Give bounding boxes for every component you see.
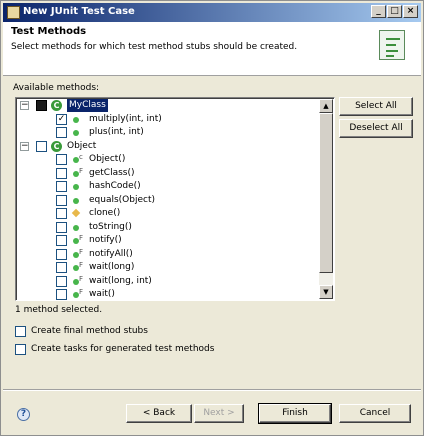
deselect-all-button[interactable]: Deselect All: [339, 119, 413, 138]
row-checkbox[interactable]: [56, 127, 67, 138]
tree-row-label: getClass(): [89, 167, 135, 178]
next-button[interactable]: Next >: [194, 404, 244, 423]
minimize-button[interactable]: _: [371, 5, 386, 18]
methods-tree[interactable]: − C MyClass ✓ multiply(int, int) plus(int, in…: [15, 97, 335, 301]
wizard-header: Test Methods Select methods for which te…: [3, 22, 421, 76]
tree-method-row[interactable]: Fwait(long): [16, 261, 316, 274]
wizard-content: Available methods: − C MyClass ✓ multiply(in…: [3, 77, 421, 397]
modifier-badge: F: [79, 234, 84, 242]
tree-row-label: notify(): [89, 235, 122, 245]
tree-method-row[interactable]: Fnotify(): [16, 234, 316, 247]
tree-method-row[interactable]: plus(int, int): [16, 126, 316, 139]
junit-dialog: New JUnit Test Case _ □ × Test Methods S…: [0, 0, 424, 436]
row-checkbox[interactable]: [56, 194, 67, 206]
available-methods-label: Available methods:: [13, 83, 100, 93]
tree-row-label: hashCode(): [89, 181, 141, 191]
tree-method-row[interactable]: Fwait(): [16, 288, 316, 300]
row-checkbox[interactable]: [56, 208, 67, 219]
public-method-icon: [73, 224, 79, 231]
tree-scrollbar[interactable]: ▲ ▼: [319, 99, 333, 299]
tree-method-row[interactable]: c Object(): [16, 153, 316, 166]
tree-method-row[interactable]: ✓ multiply(int, int): [16, 113, 316, 126]
tree-method-row[interactable]: FgetClass(): [16, 167, 316, 180]
row-checkbox[interactable]: [36, 100, 47, 111]
tree-method-row[interactable]: equals(Object): [16, 194, 316, 207]
tree-row-label: wait(): [89, 289, 115, 299]
tree-method-row[interactable]: clone(): [16, 207, 316, 220]
row-checkbox[interactable]: [56, 167, 67, 179]
tree-row-label: Object(): [89, 154, 126, 164]
row-checkbox[interactable]: [56, 181, 67, 192]
row-checkbox[interactable]: [36, 140, 47, 152]
tree-method-row[interactable]: FnotifyAll(): [16, 248, 316, 261]
window-icon: [7, 6, 20, 19]
scroll-up-icon[interactable]: ▲: [319, 99, 333, 113]
tree-row-label: MyClass: [67, 99, 108, 112]
tree-class-row[interactable]: − C MyClass: [16, 99, 316, 112]
row-checkbox[interactable]: [56, 221, 67, 233]
tree-row-label: wait(long): [89, 262, 135, 272]
scroll-down-icon[interactable]: ▼: [319, 285, 333, 299]
row-checkbox[interactable]: [56, 289, 67, 300]
public-method-icon: [73, 184, 79, 190]
cancel-button[interactable]: Cancel: [339, 404, 411, 423]
modifier-badge: F: [79, 166, 84, 175]
title-bar[interactable]: New JUnit Test Case _ □ ×: [3, 3, 421, 22]
tree-method-row[interactable]: Fwait(long, int): [16, 275, 316, 288]
row-checkbox[interactable]: ✓: [56, 113, 67, 125]
tree-row-label: toString(): [89, 221, 132, 232]
modifier-badge: F: [79, 261, 84, 269]
window-title: New JUnit Test Case: [23, 6, 135, 17]
junit-banner-icon: [379, 30, 405, 60]
page-title: Test Methods: [11, 26, 87, 37]
final-stubs-checkbox[interactable]: [15, 326, 26, 337]
page-description: Select methods for which test method stu…: [11, 42, 298, 52]
collapse-icon[interactable]: −: [20, 141, 29, 151]
class-icon: C: [51, 100, 62, 111]
tree-row-label: equals(Object): [89, 194, 155, 205]
modifier-badge: c: [79, 153, 83, 161]
finish-button[interactable]: Finish: [258, 403, 332, 424]
help-icon[interactable]: ?: [17, 408, 30, 421]
public-method-icon: [73, 130, 79, 136]
tree-method-row[interactable]: hashCode(): [16, 180, 316, 193]
collapse-icon[interactable]: −: [20, 101, 29, 110]
tree-row-label: wait(long, int): [89, 275, 152, 286]
row-checkbox[interactable]: [56, 235, 67, 246]
modifier-badge: F: [79, 288, 84, 296]
selection-status: 1 method selected.: [15, 305, 103, 315]
footer-separator: [3, 389, 421, 391]
final-stubs-label: Create final method stubs: [31, 326, 148, 336]
tasks-label: Create tasks for generated test methods: [31, 344, 215, 354]
row-checkbox[interactable]: [56, 248, 67, 260]
tree-row-label: clone(): [89, 208, 121, 218]
tree-row-label: notifyAll(): [89, 248, 133, 259]
tree-method-row[interactable]: toString(): [16, 221, 316, 234]
close-button[interactable]: ×: [403, 5, 418, 18]
public-method-icon: [73, 116, 79, 123]
row-checkbox[interactable]: [56, 262, 67, 273]
tasks-checkbox[interactable]: [15, 344, 26, 355]
row-checkbox[interactable]: [56, 154, 67, 165]
tree-row-label: multiply(int, int): [89, 113, 162, 124]
back-button[interactable]: < Back: [126, 404, 192, 423]
select-all-button[interactable]: Select All: [339, 97, 413, 116]
public-method-icon: [73, 197, 79, 204]
tree-row-label: plus(int, int): [89, 127, 144, 137]
modifier-badge: F: [79, 247, 84, 256]
wizard-footer: ? < Back Next > Finish Cancel: [3, 397, 421, 435]
tree-class-row[interactable]: − C Object: [16, 140, 316, 153]
scroll-thumb[interactable]: [319, 113, 333, 273]
maximize-button[interactable]: □: [387, 5, 402, 18]
row-checkbox[interactable]: [56, 275, 67, 287]
protected-method-icon: [71, 208, 81, 218]
class-icon: C: [51, 140, 62, 152]
modifier-badge: F: [79, 274, 84, 283]
